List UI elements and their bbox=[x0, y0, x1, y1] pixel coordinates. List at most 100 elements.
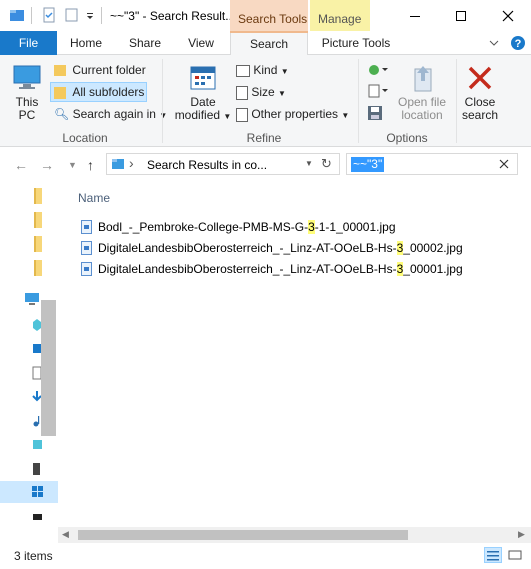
current-folder-option[interactable]: Current folder bbox=[54, 63, 146, 77]
file-name: DigitaleLandesbibOberosterreich_-_Linz-A… bbox=[98, 262, 463, 276]
jpg-file-icon bbox=[81, 241, 92, 255]
open-location-icon bbox=[414, 66, 432, 92]
open-file-location-button[interactable]: Open file location bbox=[394, 63, 450, 122]
nav-pane-scrollbar-thumb[interactable] bbox=[41, 300, 56, 436]
nav-selected-item[interactable] bbox=[0, 481, 58, 503]
nav-folder-icon[interactable] bbox=[34, 212, 42, 228]
up-arrow-icon[interactable]: ↑ bbox=[87, 157, 94, 173]
this-pc-button[interactable]: This PC bbox=[6, 63, 48, 122]
nav-drive-icon[interactable] bbox=[32, 510, 42, 524]
search-again-in-button[interactable]: 🔍︎ Search again in ▼ bbox=[54, 107, 167, 121]
scroll-right-icon[interactable]: ▶ bbox=[518, 529, 525, 540]
help-icon[interactable]: ? bbox=[510, 35, 526, 51]
dropdown-arrow-icon: ▼ bbox=[341, 111, 350, 120]
search-input[interactable]: ~~"3" bbox=[346, 153, 518, 175]
list-item[interactable]: DigitaleLandesbibOberosterreich_-_Linz-A… bbox=[81, 238, 463, 258]
horizontal-scrollbar-thumb[interactable] bbox=[78, 530, 408, 540]
group-separator bbox=[456, 59, 457, 143]
column-header-name[interactable]: Name bbox=[78, 191, 110, 205]
recent-locations-chevron-icon[interactable]: ▼ bbox=[68, 160, 77, 170]
maximize-button[interactable] bbox=[438, 0, 484, 31]
title-separator-2 bbox=[101, 7, 102, 24]
open-file-label-2: location bbox=[401, 108, 443, 122]
dropdown-arrow-icon: ▼ bbox=[280, 67, 289, 76]
horizontal-scrollbar[interactable]: ◀ ▶ bbox=[58, 527, 531, 543]
other-properties-button[interactable]: Other properties ▼ bbox=[236, 107, 349, 122]
close-icon bbox=[502, 10, 514, 21]
jpg-file-icon bbox=[81, 220, 92, 234]
date-label-2: modified ▼ bbox=[174, 108, 232, 122]
jpg-file-icon bbox=[81, 262, 92, 276]
file-name: DigitaleLandesbibOberosterreich_-_Linz-A… bbox=[98, 241, 463, 255]
maximize-icon bbox=[456, 10, 466, 21]
nav-videos-icon[interactable] bbox=[32, 462, 42, 476]
properties-doc-icon bbox=[236, 107, 248, 122]
details-view-icon bbox=[487, 551, 499, 561]
quick-access-dropdown-icon[interactable] bbox=[85, 7, 95, 23]
close-search-button[interactable]: Close search bbox=[460, 63, 500, 122]
subfolders-icon bbox=[54, 86, 66, 99]
group-separator bbox=[358, 59, 359, 143]
tab-file[interactable]: File bbox=[0, 31, 57, 55]
nav-folder-icon[interactable] bbox=[34, 188, 42, 204]
close-window-button[interactable] bbox=[485, 0, 531, 31]
location-group-label: Location bbox=[62, 131, 108, 145]
advanced-options-icon[interactable] bbox=[367, 83, 389, 99]
tab-search[interactable]: Search bbox=[230, 31, 308, 56]
nav-folder-icon[interactable] bbox=[34, 260, 42, 276]
kind-icon bbox=[236, 64, 250, 77]
address-path: Search Results in co... bbox=[147, 158, 268, 172]
close-search-icon bbox=[468, 66, 492, 90]
ribbon-collapse-chevron-icon[interactable] bbox=[488, 38, 500, 48]
tab-picture-tools[interactable]: Picture Tools bbox=[312, 31, 400, 55]
new-folder-icon[interactable] bbox=[64, 7, 80, 23]
nav-pictures-icon[interactable] bbox=[32, 438, 42, 452]
ribbon: This PC Current folder All subfolders 🔍︎… bbox=[0, 55, 531, 147]
tab-home[interactable]: Home bbox=[62, 31, 110, 55]
minimize-button[interactable] bbox=[392, 0, 438, 31]
address-dropdown-icon[interactable]: ▼ bbox=[305, 159, 313, 168]
list-item[interactable]: Bodl_-_Pembroke-College-PMB-MS-G-3-1-1_0… bbox=[81, 217, 396, 237]
kind-button[interactable]: Kind ▼ bbox=[236, 63, 289, 77]
close-search-label-2: search bbox=[461, 108, 499, 122]
refresh-icon[interactable]: ↻ bbox=[321, 156, 332, 172]
other-properties-label: Other properties bbox=[251, 107, 339, 121]
folder-icon bbox=[54, 65, 66, 77]
address-bar[interactable]: › Search Results in co... ▼ ↻ bbox=[106, 153, 340, 175]
nav-windows-drive-icon bbox=[32, 486, 43, 497]
properties-icon[interactable] bbox=[41, 7, 57, 23]
item-count: 3 items bbox=[14, 549, 53, 563]
scroll-left-icon[interactable]: ◀ bbox=[62, 529, 69, 540]
date-modified-button[interactable]: Date modified ▼ bbox=[174, 63, 232, 123]
search-tab-accent bbox=[230, 31, 308, 33]
dropdown-arrow-icon: ▼ bbox=[159, 111, 168, 120]
search-results-folder-icon bbox=[112, 159, 124, 169]
details-view-button[interactable] bbox=[484, 547, 502, 563]
recent-searches-icon[interactable] bbox=[367, 62, 389, 78]
nav-this-pc-icon[interactable] bbox=[24, 292, 40, 306]
context-tab-manage: Manage bbox=[310, 0, 370, 31]
clear-search-icon[interactable] bbox=[499, 159, 509, 169]
file-list[interactable]: Name Bodl_-_Pembroke-College-PMB-MS-G-3-… bbox=[58, 181, 531, 543]
search-again-label: Search again in bbox=[72, 107, 156, 121]
title-bar: ~~"3" - Search Result... Search Tools Ma… bbox=[0, 0, 531, 31]
forward-arrow-icon[interactable]: → bbox=[40, 157, 54, 173]
computer-icon bbox=[13, 65, 41, 89]
back-arrow-icon[interactable]: ← bbox=[14, 157, 28, 173]
size-icon bbox=[236, 85, 248, 100]
size-label: Size bbox=[251, 85, 275, 99]
size-button[interactable]: Size ▼ bbox=[236, 85, 286, 100]
title-separator bbox=[31, 7, 32, 24]
group-separator bbox=[162, 59, 163, 143]
list-item[interactable]: DigitaleLandesbibOberosterreich_-_Linz-A… bbox=[81, 259, 463, 279]
tab-view[interactable]: View bbox=[178, 31, 224, 55]
file-name: Bodl_-_Pembroke-College-PMB-MS-G-3-1-1_0… bbox=[98, 220, 396, 234]
breadcrumb-chevron-icon[interactable]: › bbox=[129, 155, 134, 171]
all-subfolders-label: All subfolders bbox=[72, 85, 145, 99]
tab-share[interactable]: Share bbox=[120, 31, 170, 55]
nav-folder-icon[interactable] bbox=[34, 236, 42, 252]
svg-text:?: ? bbox=[515, 38, 522, 50]
explorer-app-icon[interactable] bbox=[9, 7, 25, 23]
large-icons-view-button[interactable] bbox=[506, 547, 524, 563]
save-search-icon[interactable] bbox=[367, 105, 383, 121]
